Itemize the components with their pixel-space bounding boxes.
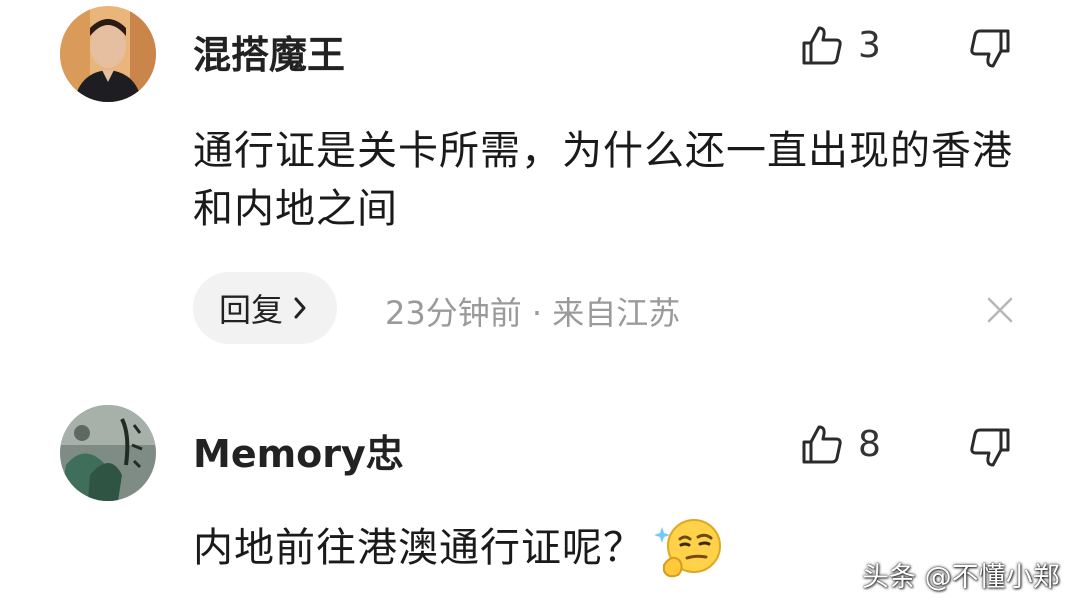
username[interactable]: Memory忠 xyxy=(193,423,404,478)
thumbs-up-icon xyxy=(802,425,842,464)
comment-meta: 23分钟前 · 来自江苏 xyxy=(385,294,681,332)
like-button[interactable]: 3 xyxy=(800,20,900,72)
comment-text: 通行证是关卡所需，为什么还一直出现的香港和内地之间 xyxy=(193,128,1013,232)
avatar[interactable] xyxy=(60,405,156,501)
dislike-button[interactable] xyxy=(965,421,1015,473)
like-button[interactable]: 8 xyxy=(800,419,900,471)
close-icon[interactable] xyxy=(985,295,1015,325)
thumbs-down-icon xyxy=(970,29,1010,68)
comment-item: 混搭魔王 3 通行证是关卡所需，为什么还一直出现的香港和内地之间 回复 23分钟… xyxy=(0,0,1080,380)
chevron-right-icon xyxy=(293,296,307,320)
thumbs-down-icon xyxy=(970,428,1010,467)
comment-text: 内地前往港澳通行证呢？ xyxy=(193,525,644,571)
reply-button[interactable]: 回复 xyxy=(193,272,338,344)
like-count: 3 xyxy=(858,25,881,66)
avatar[interactable] xyxy=(60,6,156,102)
thinking-smirk-emoji xyxy=(654,513,724,583)
thumbs-up-icon xyxy=(802,26,842,65)
reply-label: 回复 xyxy=(219,291,284,329)
like-count: 8 xyxy=(858,424,881,465)
watermark: 头条 @不懂小郑 xyxy=(862,562,1060,593)
dislike-button[interactable] xyxy=(965,22,1015,74)
username[interactable]: 混搭魔王 xyxy=(193,24,345,79)
